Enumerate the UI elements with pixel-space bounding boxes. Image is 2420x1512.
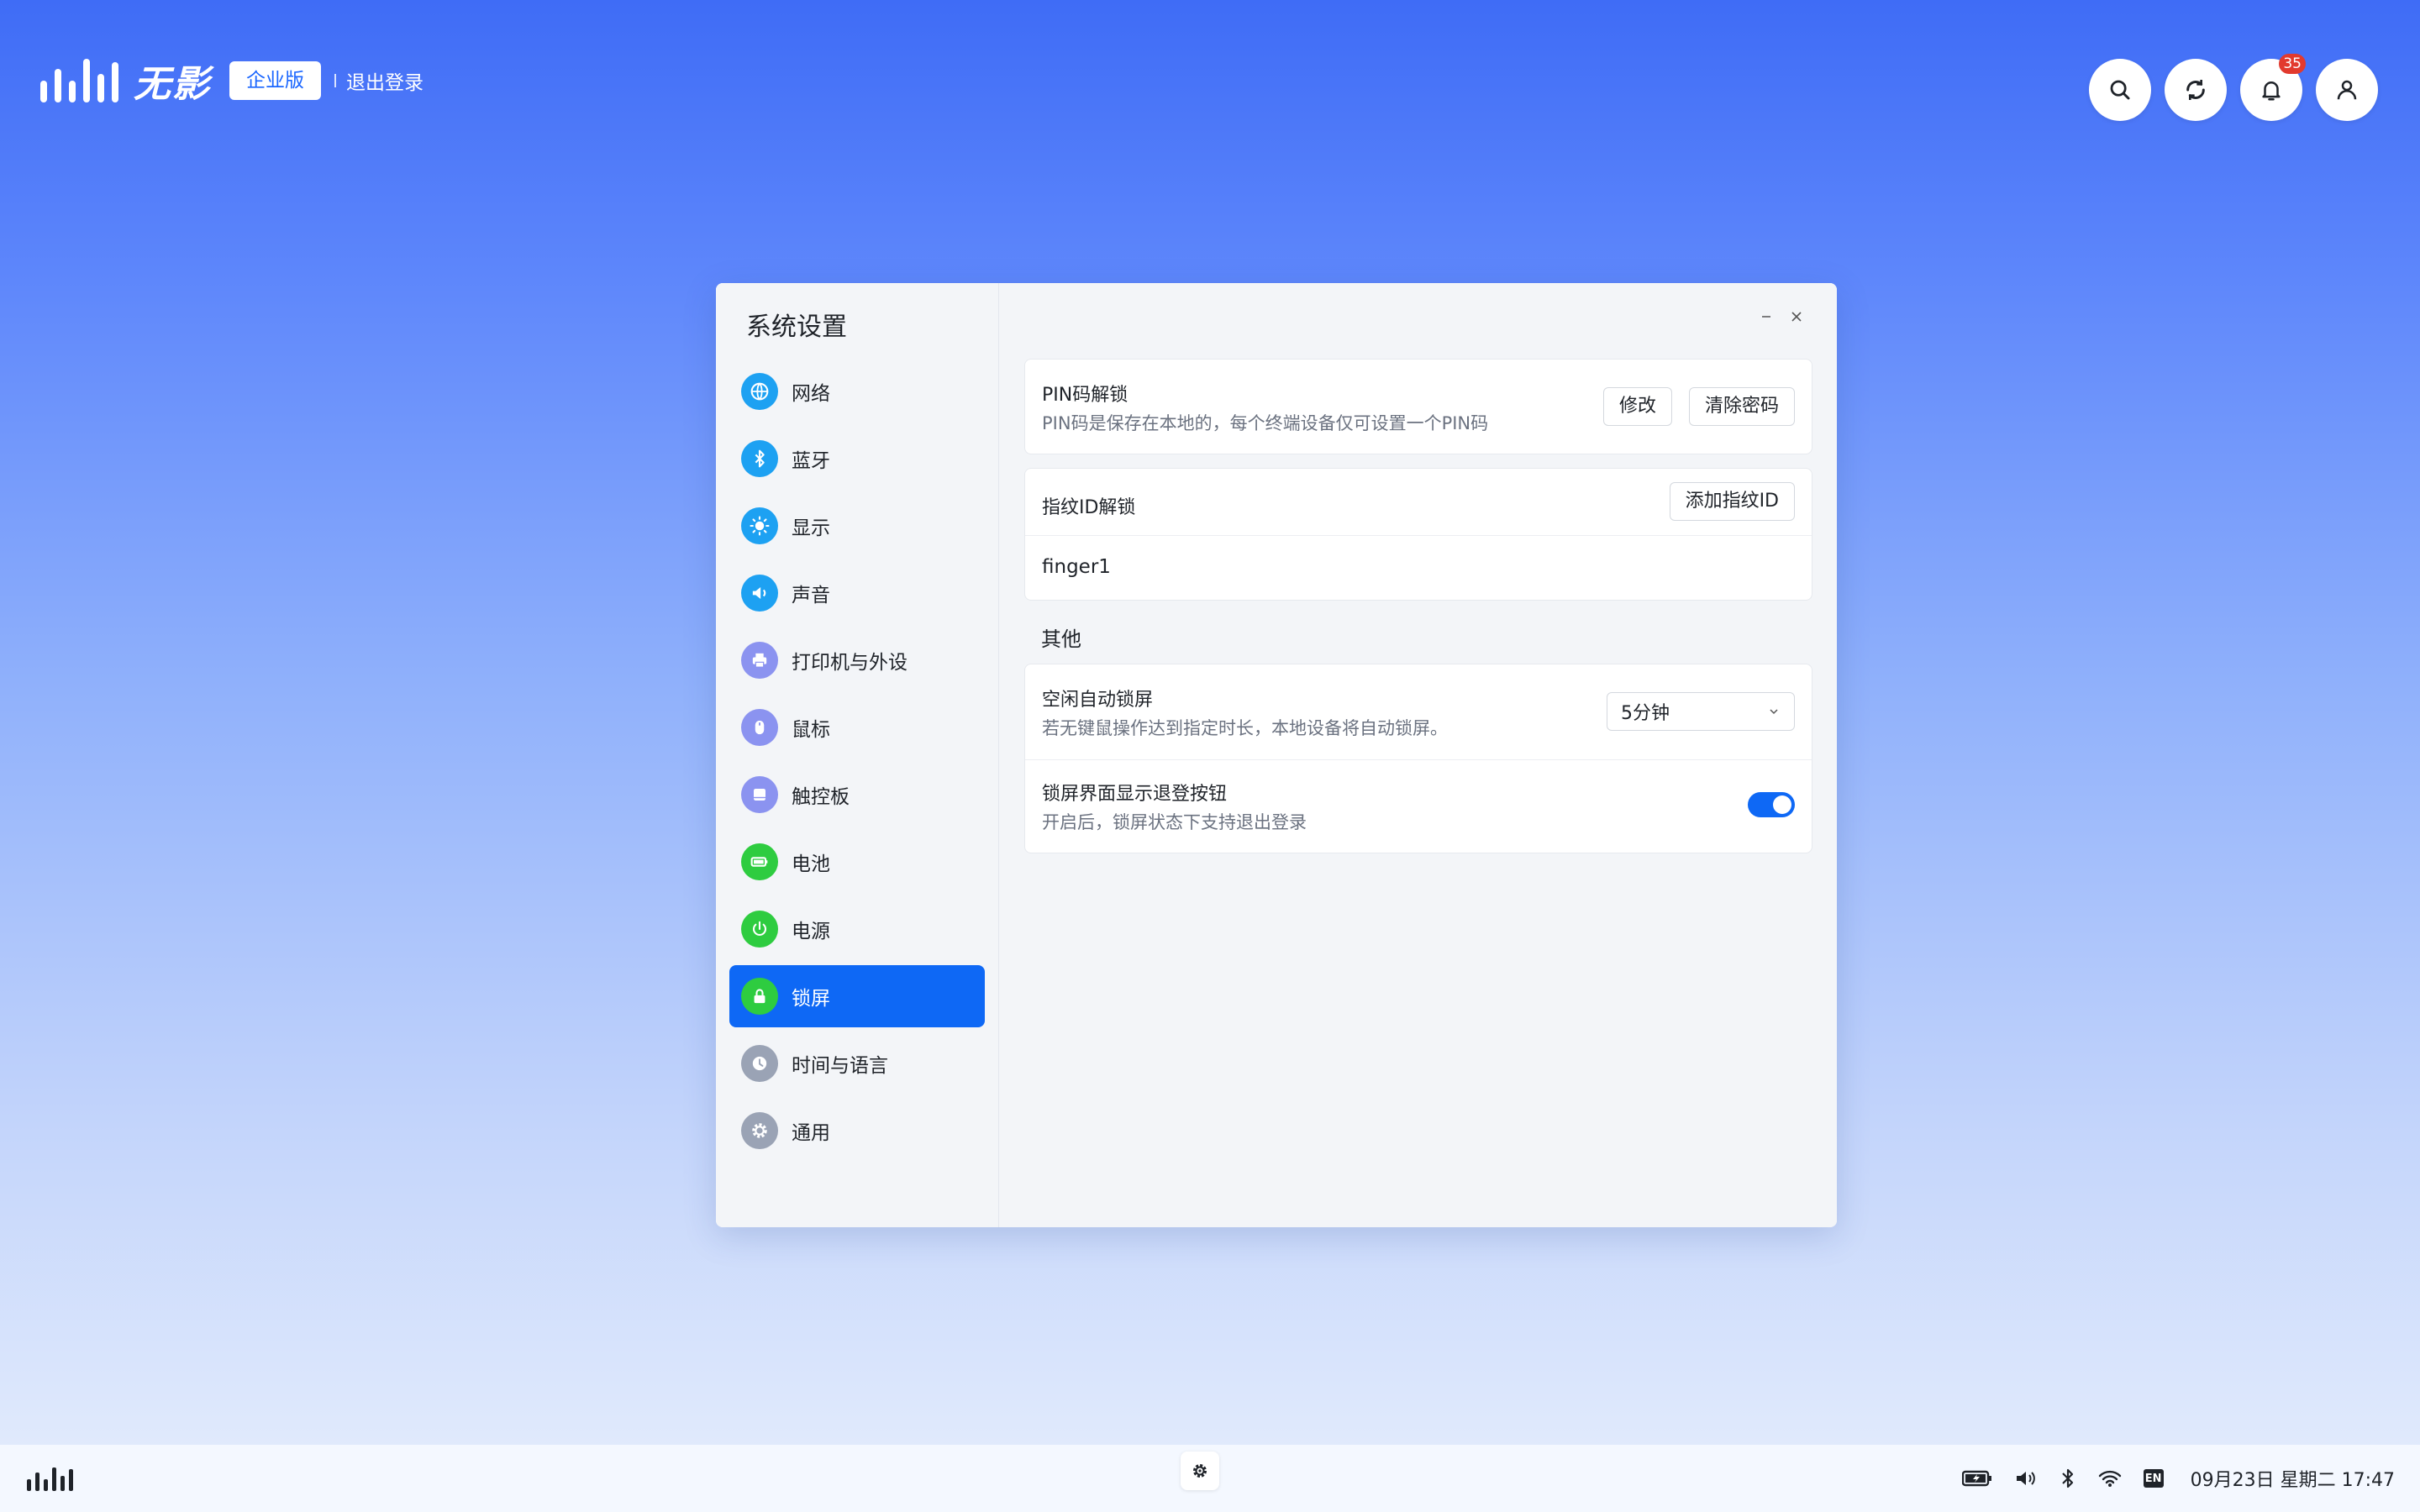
add-fingerprint-button[interactable]: 添加指纹ID [1669, 482, 1795, 521]
sidebar-item-mouse[interactable]: 鼠标 [729, 696, 985, 759]
divider [1025, 759, 1812, 760]
sidebar-item-label: 电源 [792, 921, 830, 942]
sidebar-item-battery[interactable]: 电池 [729, 831, 985, 893]
sidebar-item-touchpad[interactable]: 触控板 [729, 764, 985, 826]
sidebar-item-power[interactable]: 电源 [729, 898, 985, 960]
system-tray: EN 09月23日 星期二 17:47 [1961, 1462, 2395, 1495]
close-icon[interactable] [1790, 310, 1803, 323]
sidebar-item-printer[interactable]: 打印机与外设 [729, 629, 985, 691]
sun-icon [741, 507, 778, 544]
pin-unlock-card: PIN码解锁 PIN码是保存在本地的，每个终端设备仅可设置一个PIN码 修改 清… [1024, 359, 1812, 454]
sidebar-item-lock[interactable]: 锁屏 [729, 965, 985, 1027]
clear-pin-button[interactable]: 清除密码 [1688, 387, 1795, 426]
pin-title: PIN码解锁 [1042, 385, 1128, 406]
sync-button[interactable] [2165, 59, 2227, 121]
idle-lock-select[interactable]: 5分钟 [1607, 692, 1795, 731]
top-actions: 35 [2089, 54, 2378, 121]
sidebar-item-bluetooth[interactable]: 蓝牙 [729, 428, 985, 490]
input-method-label: EN [2144, 1472, 2162, 1485]
sidebar-item-label: 时间与语言 [792, 1055, 888, 1077]
sidebar-item-speaker[interactable]: 声音 [729, 562, 985, 624]
logout-link[interactable]: 退出登录 [346, 66, 424, 95]
settings-menu: 网络蓝牙显示声音打印机与外设 鼠标触控板电池电源锁屏时间与语言通用 [729, 360, 985, 1167]
divider [1025, 535, 1812, 536]
sidebar-item-sun[interactable]: 显示 [729, 495, 985, 557]
pin-description: PIN码是保存在本地的，每个终端设备仅可设置一个PIN码 [1042, 413, 1489, 433]
sidebar-item-label: 蓝牙 [792, 450, 830, 472]
user-icon [2337, 80, 2357, 100]
user-button[interactable] [2316, 59, 2378, 121]
taskbar: EN 09月23日 星期二 17:47 [0, 1445, 2420, 1512]
speaker-icon [741, 575, 778, 612]
idle-lock-description: 若无键鼠操作达到指定时长，本地设备将自动锁屏。 [1042, 718, 1448, 738]
sidebar-item-gear[interactable]: 通用 [729, 1100, 985, 1162]
fingerprint-title: 指纹ID解锁 [1042, 497, 1136, 518]
sync-icon [2186, 80, 2205, 100]
brand-name: 无影 [134, 63, 211, 106]
window-controls [1760, 310, 1803, 323]
minimize-icon[interactable] [1760, 310, 1773, 323]
sidebar-item-label: 触控板 [792, 786, 850, 808]
bluetooth-icon[interactable] [2060, 1467, 2076, 1489]
search-button[interactable] [2089, 59, 2151, 121]
sidebar-item-label: 鼠标 [792, 719, 830, 741]
battery-icon [741, 843, 778, 880]
wuying-logo-icon [40, 59, 118, 102]
idle-lock-title: 空闲自动锁屏 [1042, 690, 1154, 711]
notification-button[interactable]: 35 [2240, 54, 2306, 121]
settings-content: PIN码解锁 PIN码是保存在本地的，每个终端设备仅可设置一个PIN码 修改 清… [999, 283, 1837, 1227]
bell-icon [2262, 81, 2281, 101]
sidebar-item-label: 打印机与外设 [792, 652, 908, 674]
printer-icon [741, 642, 778, 679]
sidebar-item-globe[interactable]: 网络 [729, 360, 985, 423]
touchpad-icon [741, 776, 778, 813]
wifi-icon[interactable] [2098, 1469, 2122, 1488]
search-icon [2110, 80, 2130, 100]
system-settings-window: 系统设置 网络蓝牙显示声音打印机与外设 鼠标触控板电池电源锁屏时间与语言通用 PI… [716, 283, 1837, 1227]
sidebar-item-label: 电池 [792, 853, 830, 875]
sidebar-item-label: 网络 [792, 383, 830, 405]
show-logout-description: 开启后，锁屏状态下支持退出登录 [1042, 812, 1307, 832]
sidebar-item-label: 显示 [792, 517, 830, 539]
mouse-icon [741, 709, 778, 746]
divider [334, 74, 336, 87]
fingerprint-unlock-card: 指纹ID解锁 添加指纹ID finger1 [1024, 468, 1812, 601]
sidebar-item-label: 通用 [792, 1122, 830, 1144]
clock-icon [741, 1045, 778, 1082]
other-settings-card: 空闲自动锁屏 若无键鼠操作达到指定时长，本地设备将自动锁屏。 5分钟 锁屏界面显… [1024, 664, 1812, 853]
window-title: 系统设置 [746, 312, 847, 342]
sidebar-item-clock[interactable]: 时间与语言 [729, 1032, 985, 1095]
sidebar-item-label: 声音 [792, 585, 830, 606]
volume-icon[interactable] [2014, 1468, 2038, 1488]
input-method-icon[interactable]: EN [2143, 1469, 2164, 1488]
clock[interactable]: 09月23日 星期二 17:47 [2191, 1465, 2395, 1492]
show-logout-title: 锁屏界面显示退登按钮 [1042, 784, 1228, 805]
lock-icon [741, 978, 778, 1015]
modify-pin-button[interactable]: 修改 [1602, 387, 1672, 426]
power-icon [741, 911, 778, 948]
fingerprint-entry[interactable]: finger1 [1042, 556, 1111, 578]
battery-charging-icon[interactable] [1961, 1469, 1992, 1488]
chevron-down-icon [1770, 709, 1778, 715]
show-logout-toggle[interactable] [1748, 792, 1795, 817]
globe-icon [741, 373, 778, 410]
settings-sidebar: 系统设置 网络蓝牙显示声音打印机与外设 鼠标触控板电池电源锁屏时间与语言通用 [716, 283, 999, 1227]
gear-icon [741, 1112, 778, 1149]
notification-badge: 35 [2279, 54, 2306, 74]
gear-icon [1193, 1464, 1207, 1478]
edition-badge: 企业版 [229, 61, 321, 100]
bluetooth-icon [741, 440, 778, 477]
section-other-label: 其他 [1041, 627, 1081, 651]
sidebar-item-label: 锁屏 [792, 988, 830, 1010]
start-logo-icon[interactable] [27, 1467, 73, 1491]
brand: 无影 企业版 退出登录 [40, 57, 424, 106]
idle-lock-value: 5分钟 [1621, 703, 1670, 724]
settings-taskbar-button[interactable] [1181, 1452, 1219, 1490]
